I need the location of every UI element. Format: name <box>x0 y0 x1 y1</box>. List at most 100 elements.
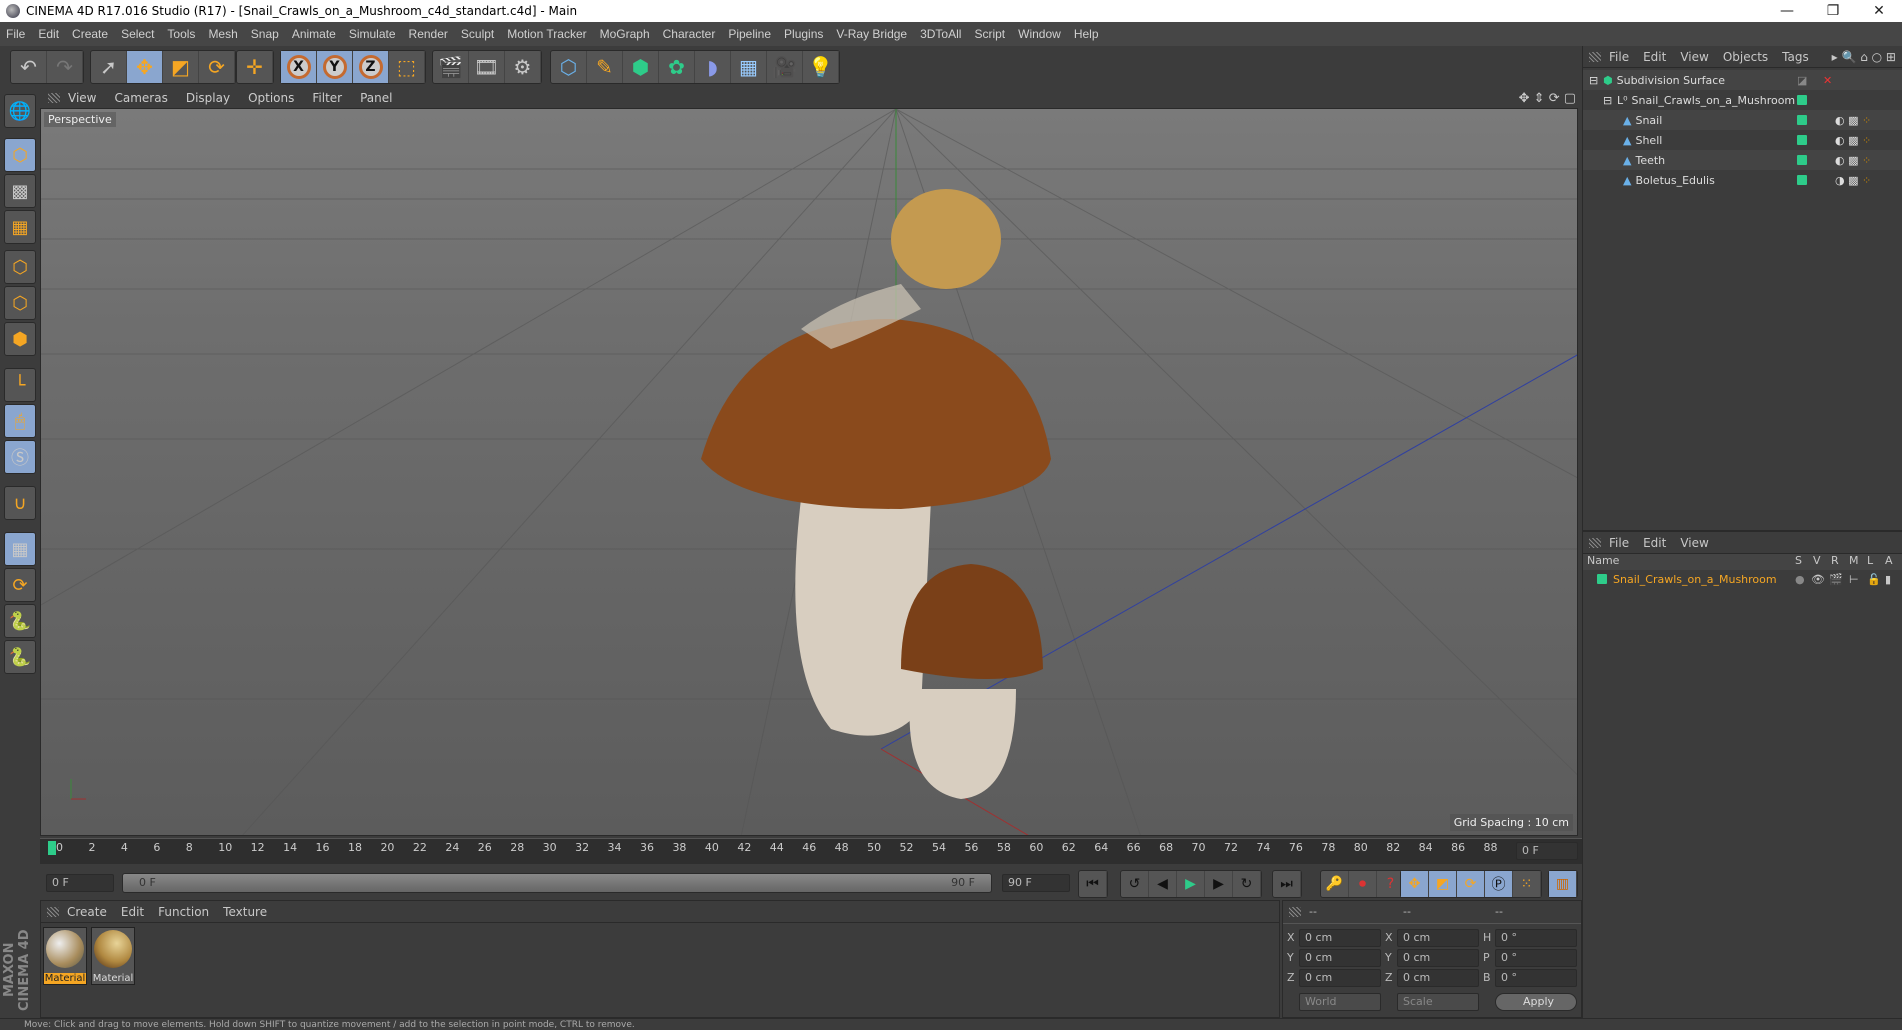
workplane-lock-icon[interactable]: ▦ <box>4 532 36 566</box>
axis-mode-icon[interactable]: └ <box>4 368 36 402</box>
coordinate-system-icon[interactable]: ⬚ <box>389 51 425 83</box>
layer-color-icon[interactable] <box>1597 574 1607 584</box>
viewport-menu-options[interactable]: Options <box>248 91 294 105</box>
y-axis-button[interactable]: Y <box>317 51 353 83</box>
close-button[interactable]: ✕ <box>1856 0 1902 22</box>
material-menu-edit[interactable]: Edit <box>121 905 144 919</box>
material-tag-icon[interactable]: ◑ ▩ ⁘ <box>1835 174 1871 187</box>
viewport-menu-display[interactable]: Display <box>186 91 230 105</box>
frame-display[interactable]: 0 F <box>1516 842 1578 860</box>
editor-visibility-icon[interactable]: ◪ <box>1797 74 1807 87</box>
current-frame-field[interactable]: 0 F <box>46 874 114 892</box>
go-to-start-icon[interactable]: ⏮ <box>1079 871 1107 897</box>
key-scale-icon[interactable]: ◩ <box>1429 871 1457 897</box>
menu-window[interactable]: Window <box>1018 27 1061 41</box>
x-axis-button[interactable]: X <box>281 51 317 83</box>
move-icon[interactable]: ✥ <box>127 51 163 83</box>
visible-icon[interactable]: 👁 <box>1811 573 1825 586</box>
tweak-mode-icon[interactable]: 🖱 <box>4 404 36 438</box>
pos-x-field[interactable]: 0 cm <box>1299 929 1381 947</box>
viewport-menu-view[interactable]: View <box>68 91 96 105</box>
grip-icon[interactable] <box>1289 907 1301 917</box>
grip-icon[interactable] <box>47 906 59 917</box>
render-settings-icon[interactable]: ⚙ <box>505 51 541 83</box>
object-row[interactable]: ▲ Snail ◐ ▩ ⁘ <box>1583 110 1902 130</box>
light-icon[interactable]: 💡 <box>803 51 839 83</box>
undo-icon[interactable]: ↶ <box>11 51 47 83</box>
menu-simulate[interactable]: Simulate <box>349 27 396 41</box>
render-view-icon[interactable]: 🎬 <box>433 51 469 83</box>
material-swatch[interactable]: Material <box>91 927 135 985</box>
layer-color-icon[interactable] <box>1797 95 1807 105</box>
menu-animate[interactable]: Animate <box>292 27 336 41</box>
rot-h-field[interactable]: 0 ° <box>1495 929 1577 947</box>
menu-mograph[interactable]: MoGraph <box>600 27 650 41</box>
python-2-icon[interactable]: 🐍 <box>4 640 36 674</box>
key-parameter-icon[interactable]: Ⓟ <box>1485 871 1513 897</box>
timeline-ruler[interactable]: 0 2 4 6 8 10 12 14 16 18 20 22 24 26 28 30 32 34 36 38 40 42 4… <box>40 838 1582 864</box>
menu-edit[interactable]: Edit <box>38 27 59 41</box>
disabled-icon[interactable]: ✕ <box>1823 74 1832 87</box>
solo-icon[interactable]: ● <box>1795 573 1805 586</box>
edges-mode-icon[interactable]: ⬡ <box>4 286 36 320</box>
3d-viewport[interactable]: Perspective Grid Spacing : 10 cm <box>40 108 1578 836</box>
cloner-icon[interactable]: ✿ <box>659 51 695 83</box>
object-row[interactable]: ▲ Boletus_Edulis ◑ ▩ ⁘ <box>1583 170 1902 190</box>
layer-color-icon[interactable] <box>1797 155 1807 165</box>
python-icon[interactable]: 🐍 <box>4 604 36 638</box>
magnet-icon[interactable]: ∪ <box>4 486 36 520</box>
end-frame-field[interactable]: 90 F <box>1002 874 1070 892</box>
size-z-field[interactable]: 0 cm <box>1397 969 1479 987</box>
redo-icon[interactable]: ↷ <box>47 51 83 83</box>
layer-row[interactable]: Snail_Crawls_on_a_Mushroom ● 👁 🎬 ⊢ 🔓 ▮ <box>1583 570 1902 588</box>
menu-motion-tracker[interactable]: Motion Tracker <box>507 27 586 41</box>
material-menu-function[interactable]: Function <box>158 905 209 919</box>
grip-icon[interactable] <box>1589 51 1601 62</box>
viewport-menu-cameras[interactable]: Cameras <box>114 91 167 105</box>
menu-help[interactable]: Help <box>1074 27 1099 41</box>
rot-p-field[interactable]: 0 ° <box>1495 949 1577 967</box>
menu-file[interactable]: File <box>6 27 25 41</box>
workplane-rotate-icon[interactable]: ⟳ <box>4 568 36 602</box>
material-swatch[interactable]: Material <box>43 927 87 985</box>
object-row[interactable]: ▲ Teeth ◐ ▩ ⁘ <box>1583 150 1902 170</box>
size-x-field[interactable]: 0 cm <box>1397 929 1479 947</box>
object-menu-tags[interactable]: Tags <box>1782 50 1809 64</box>
pos-y-field[interactable]: 0 cm <box>1299 949 1381 967</box>
viewport-menu-panel[interactable]: Panel <box>360 91 392 105</box>
manager-icon[interactable]: ⊢ <box>1849 573 1859 586</box>
layer-color-icon[interactable] <box>1797 115 1807 125</box>
rotate-icon[interactable]: ⟳ <box>199 51 235 83</box>
subdivision-icon[interactable]: ⬢ <box>623 51 659 83</box>
menu-render[interactable]: Render <box>409 27 448 41</box>
play-icon[interactable]: ▶ <box>1177 871 1205 897</box>
menu-sculpt[interactable]: Sculpt <box>461 27 494 41</box>
object-menu-edit[interactable]: Edit <box>1643 50 1666 64</box>
z-axis-button[interactable]: Z <box>353 51 389 83</box>
grip-icon[interactable] <box>1589 537 1601 548</box>
minimize-button[interactable]: — <box>1764 0 1810 22</box>
autokey-icon[interactable]: ⏺ <box>1349 871 1377 897</box>
soft-selection-icon[interactable]: Ⓢ <box>4 440 36 474</box>
render-picture-viewer-icon[interactable]: 🎞 <box>469 51 505 83</box>
size-y-field[interactable]: 0 cm <box>1397 949 1479 967</box>
layer-menu-edit[interactable]: Edit <box>1643 536 1666 550</box>
timeline-window-icon[interactable]: ▥ <box>1549 871 1577 897</box>
pen-icon[interactable]: ✎ <box>587 51 623 83</box>
floor-icon[interactable]: ▦ <box>731 51 767 83</box>
object-row[interactable]: ⊟ ⬢ Subdivision Surface ◪ ✕ <box>1583 70 1902 90</box>
texture-mode-icon[interactable]: ▩ <box>4 174 36 208</box>
next-frame-icon[interactable]: ▶ <box>1205 871 1233 897</box>
object-mode-icon[interactable]: ⬡ <box>4 138 36 172</box>
lock-icon[interactable]: 🔓 <box>1867 573 1881 586</box>
viewport-nav-icons[interactable]: ✥ ⇕ ⟳ ▢ <box>1519 91 1576 106</box>
cube-icon[interactable]: ⬡ <box>551 51 587 83</box>
menu-vray-bridge[interactable]: V-Ray Bridge <box>836 27 907 41</box>
grip-icon[interactable] <box>48 93 60 103</box>
prev-key-icon[interactable]: ↺ <box>1121 871 1149 897</box>
camera-icon[interactable]: 🎥 <box>767 51 803 83</box>
material-tag-icon[interactable]: ◐ ▩ ⁘ <box>1835 114 1871 127</box>
range-slider[interactable]: 0 F 90 F <box>122 873 992 893</box>
collapse-icon[interactable]: ⊟ <box>1603 94 1617 107</box>
object-menu-view[interactable]: View <box>1680 50 1708 64</box>
